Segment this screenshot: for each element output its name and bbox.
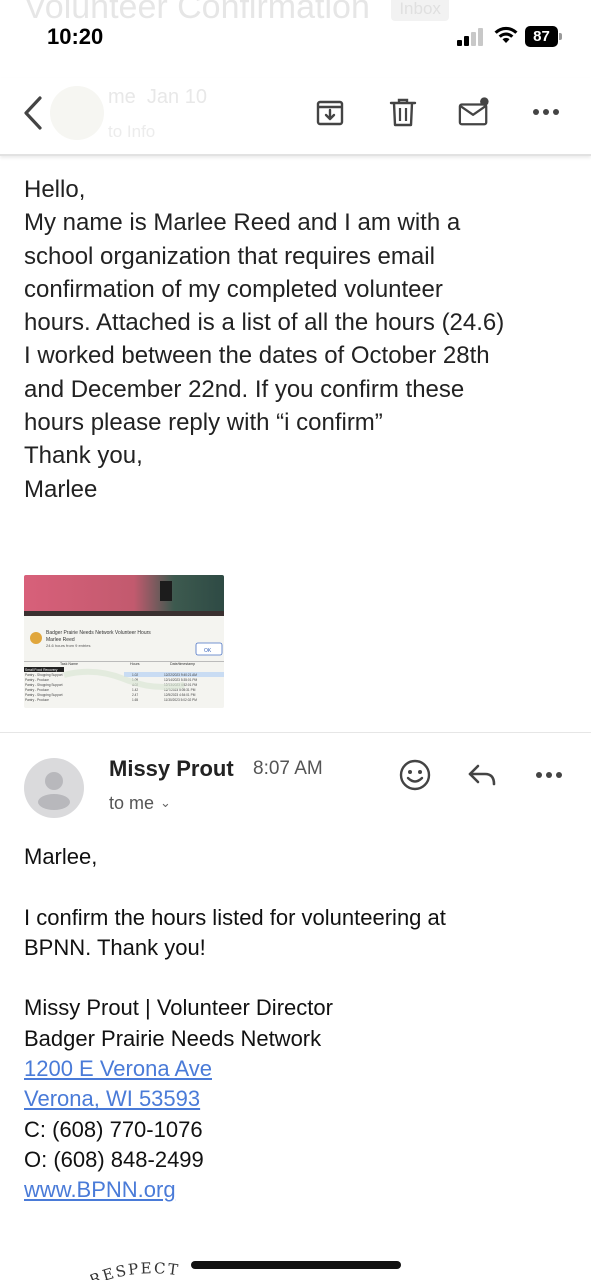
cellular-signal-icon — [457, 28, 485, 46]
svg-text:12/5/2023 4:54:01 PM: 12/5/2023 4:54:01 PM — [164, 693, 196, 697]
more-icon[interactable] — [535, 767, 563, 783]
svg-text:Hours: Hours — [130, 662, 140, 666]
battery-icon: 87 — [525, 26, 563, 47]
svg-text:1.02: 1.02 — [132, 673, 138, 677]
attachment-ok: OK — [204, 648, 212, 654]
website-link[interactable]: www.BPNN.org — [24, 1177, 176, 1202]
message-toolbar: me Jan 10 to Info — [0, 78, 591, 156]
body-line: confirmation of my completed volunteer — [24, 275, 443, 303]
svg-text:Task Name: Task Name — [60, 662, 78, 666]
svg-text:Pantry - Produce: Pantry - Produce — [25, 678, 49, 682]
body-line: I confirm the hours listed for volunteer… — [24, 904, 446, 930]
svg-text:12/22/2023 9:40:21 AM: 12/22/2023 9:40:21 AM — [164, 673, 197, 677]
svg-text:Small Food Recovery: Small Food Recovery — [25, 668, 58, 672]
body-line: school organization that requires email — [24, 242, 435, 270]
back-icon[interactable] — [20, 94, 48, 132]
mark-unread-icon[interactable] — [458, 96, 490, 128]
attachment-image: Badger Prairie Needs Network Volunteer H… — [24, 575, 224, 708]
emoji-reaction-icon[interactable] — [398, 758, 432, 792]
status-time: 10:20 — [47, 24, 104, 49]
svg-text:RESPECT: RESPECT — [90, 1259, 181, 1280]
body-line: I worked between the dates of October 28… — [24, 342, 490, 370]
address-link[interactable]: Verona, WI 53593 — [24, 1086, 200, 1111]
office-phone: O: (608) 848-2499 — [24, 1146, 204, 1172]
signature-org: Badger Prairie Needs Network — [24, 1025, 322, 1051]
message-divider — [0, 732, 591, 733]
address-link[interactable]: 1200 E Verona Ave — [24, 1056, 212, 1081]
message-body: Hello, My name is Marlee Reed and I am w… — [24, 173, 569, 506]
attachment-hours: 24.6 hours from 9 entries — [46, 643, 90, 648]
svg-text:2.47: 2.47 — [132, 693, 138, 697]
svg-text:12/14/2023 5:35:01 PM: 12/14/2023 5:35:01 PM — [164, 678, 197, 682]
battery-level: 87 — [525, 26, 558, 47]
body-line: hours. Attached is a list of all the hou… — [24, 309, 505, 337]
greeting: Marlee, — [24, 844, 98, 869]
body-line: and December 22nd. If you confirm these — [24, 375, 465, 403]
home-indicator[interactable] — [191, 1261, 401, 1269]
svg-text:11/30/2023 5:02:02 PM: 11/30/2023 5:02:02 PM — [164, 698, 197, 702]
status-bar: 10:20 87 — [0, 0, 591, 70]
svg-text:Pantry - Shopping Support: Pantry - Shopping Support — [25, 673, 63, 677]
person-icon — [38, 772, 70, 810]
reply-icon[interactable] — [467, 762, 497, 788]
svg-text:Date/timestamp: Date/timestamp — [170, 662, 195, 666]
body-line: Marlee — [24, 475, 98, 503]
cell-phone: C: (608) 770-1076 — [24, 1116, 203, 1142]
ghost-from: me Jan 10 — [108, 86, 207, 108]
svg-text:1.42: 1.42 — [132, 688, 138, 692]
svg-text:Pantry - Shopping Support: Pantry - Shopping Support — [25, 693, 63, 697]
body-line: Thank you, — [24, 442, 143, 470]
archive-icon[interactable] — [314, 96, 346, 128]
reply-body: Marlee, I confirm the hours listed for v… — [24, 842, 569, 1206]
body-line: hours please reply with “i confirm” — [24, 409, 383, 437]
attachment-title: Badger Prairie Needs Network Volunteer H… — [46, 630, 151, 636]
more-icon[interactable] — [532, 104, 560, 120]
trash-icon[interactable] — [387, 96, 419, 128]
svg-text:Pantry - Shopping Support: Pantry - Shopping Support — [25, 683, 63, 687]
sender-name[interactable]: Missy Prout — [109, 756, 234, 782]
body-line: Hello, — [24, 176, 86, 203]
svg-text:1.65: 1.65 — [132, 698, 138, 702]
body-line: BPNN. Thank you! — [24, 934, 206, 960]
ghost-avatar — [50, 86, 104, 140]
signature-name: Missy Prout | Volunteer Director — [24, 995, 333, 1021]
ghost-to: to Info — [108, 122, 156, 141]
avatar[interactable] — [24, 758, 84, 818]
svg-text:Pantry - Produce: Pantry - Produce — [25, 688, 49, 692]
attachment-thumbnail[interactable]: Badger Prairie Needs Network Volunteer H… — [24, 575, 224, 708]
recipient-label: to me — [109, 793, 155, 813]
chevron-down-icon: ⌄ — [160, 795, 171, 810]
wifi-icon — [494, 26, 518, 43]
body-line: My name is Marlee Reed and I am with a — [24, 209, 461, 237]
recipient-toggle[interactable]: to me ⌄ — [109, 793, 171, 814]
sent-time: 8:07 AM — [253, 758, 323, 779]
svg-text:Pantry - Produce: Pantry - Produce — [25, 698, 49, 702]
